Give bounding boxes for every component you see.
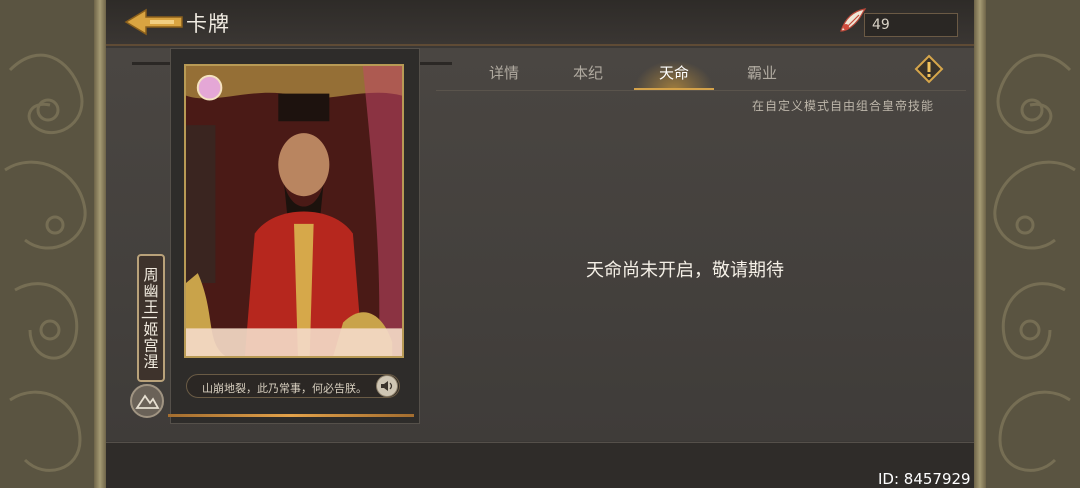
speaker-icon — [381, 381, 393, 391]
info-button[interactable] — [914, 54, 944, 84]
back-button[interactable] — [124, 6, 188, 38]
bottom-bar — [106, 442, 974, 488]
feather-wing-icon — [837, 5, 869, 37]
right-dragon-panel — [984, 0, 1080, 488]
vertical-name-plate: 周幽王|姬宫湦 — [137, 254, 165, 382]
card-underline — [168, 414, 414, 417]
speaker-button[interactable] — [376, 375, 398, 397]
tab-divider — [436, 90, 966, 91]
exclamation-diamond-icon — [914, 54, 944, 84]
main-window: 卡牌 49 周幽王|姬宫湦 山崩地裂，此乃常事，何必告朕。 详情 本纪 天命 霸… — [106, 0, 974, 488]
left-frame-border — [94, 0, 106, 488]
emperor-card-portrait[interactable] — [184, 64, 404, 358]
currency-value: 49 — [872, 17, 890, 33]
page-title: 卡牌 — [186, 12, 230, 36]
header-bar: 卡牌 49 — [106, 0, 974, 46]
emperor-name: 周幽王|姬宫湦 — [141, 266, 160, 370]
left-dragon-panel — [0, 0, 96, 488]
locked-message: 天命尚未开启，敬请期待 — [586, 260, 784, 281]
tab-hint: 在自定义模式自由组合皇帝技能 — [752, 99, 935, 113]
player-id: ID: 8457929 — [878, 470, 971, 488]
right-frame-border — [974, 0, 986, 488]
card-quote: 山崩地裂，此乃常事，何必告朕。 — [202, 382, 367, 395]
arrow-left-icon — [124, 8, 183, 36]
mountain-emblem-icon[interactable] — [130, 384, 164, 418]
